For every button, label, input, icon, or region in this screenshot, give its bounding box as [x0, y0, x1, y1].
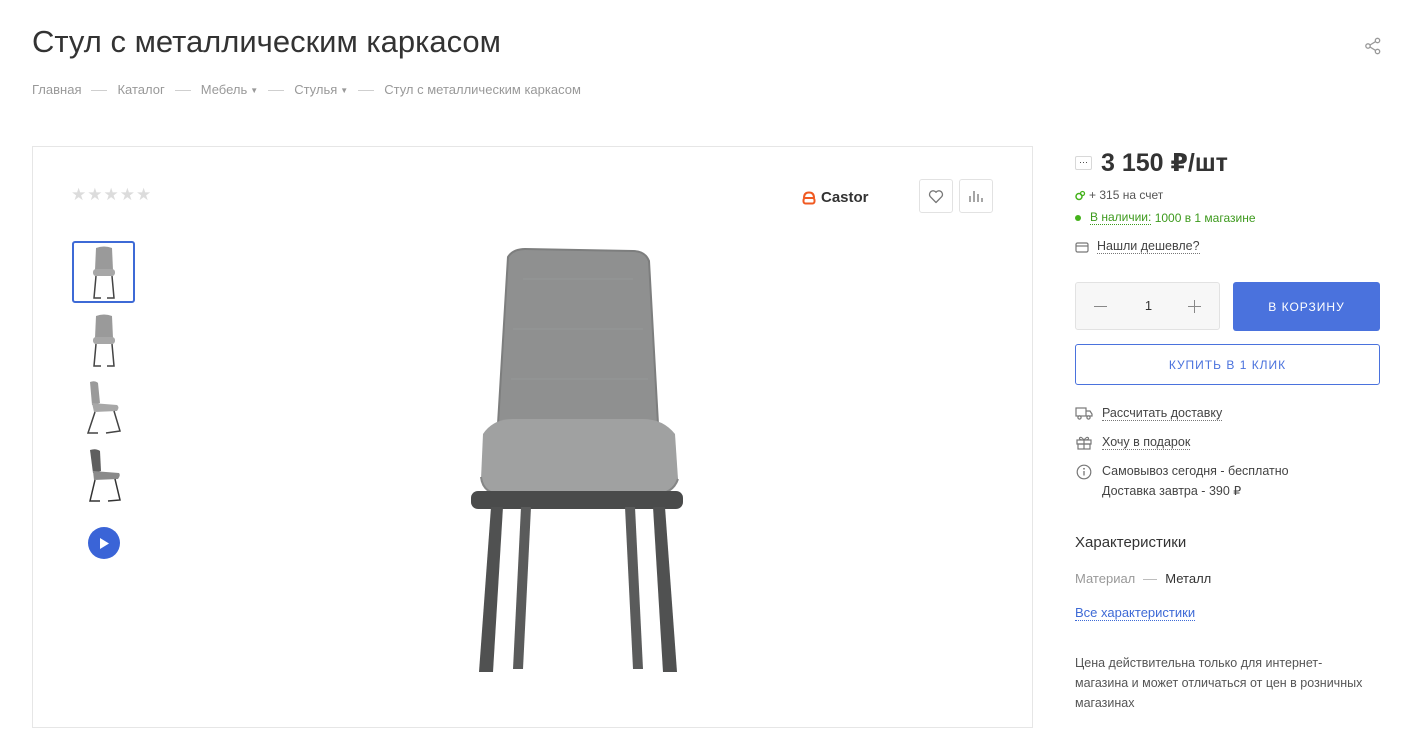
stock-status: В наличии: 1000 в 1 магазине	[1075, 210, 1256, 225]
chair-back-thumbnail	[88, 449, 121, 502]
pickup-info: Самовывоз сегодня - бесплатно Доставка з…	[1075, 464, 1289, 501]
price-note: Цена действительна только для интернет-м…	[1075, 656, 1363, 710]
breadcrumb: Главная Каталог Мебель ▼ Стулья ▼ Стул с метал…	[32, 82, 581, 97]
thumbnail-2[interactable]	[72, 309, 135, 371]
all-characteristics-link[interactable]: Все характеристики	[1075, 605, 1196, 621]
characteristic-key: Материал	[1075, 571, 1136, 586]
info-icon	[1076, 464, 1092, 480]
truck-icon	[1075, 407, 1093, 420]
gift-icon	[1076, 436, 1092, 450]
found-cheaper-link[interactable]: Нашли дешевле?	[1097, 239, 1200, 254]
found-cheaper[interactable]: Нашли дешевле?	[1075, 239, 1200, 254]
delivery-line: Доставка завтра - 390 ₽	[1102, 484, 1242, 498]
thumbnail-3[interactable]	[72, 377, 135, 439]
bonus-text: + 315 на счет	[1089, 188, 1164, 202]
buy-one-click-button[interactable]: КУПИТЬ В 1 КЛИК	[1075, 344, 1380, 385]
stock-value: 1000 в 1 магазине	[1154, 210, 1256, 225]
price: 3 150 ₽/шт	[1101, 149, 1228, 177]
gift-option[interactable]: Хочу в подарок	[1075, 435, 1191, 450]
characteristics-title: Характеристики	[1075, 534, 1187, 551]
characteristic-value: Металл	[1165, 571, 1212, 586]
video-play-button[interactable]	[88, 527, 120, 559]
pickup-line: Самовывоз сегодня - бесплатно	[1102, 464, 1289, 478]
characteristic-row: Материал Металл	[1075, 571, 1211, 586]
caret-down-icon: ▼	[250, 86, 259, 96]
castor-logo-icon	[802, 190, 816, 204]
breadcrumb-current: Стул с металлическим каркасом	[384, 82, 581, 97]
wallet-icon	[1075, 241, 1089, 253]
breadcrumb-chairs[interactable]: Стулья ▼	[294, 82, 348, 97]
page-title: Стул с металлическим каркасом	[32, 24, 501, 59]
product-gallery: ★★★★★ Castor	[32, 146, 1033, 728]
breadcrumb-catalog[interactable]: Каталог	[117, 82, 164, 97]
compare-bars-icon	[969, 191, 983, 202]
more-dots-icon[interactable]: ···	[1075, 156, 1092, 170]
thumbnail-4[interactable]	[72, 445, 135, 507]
stock-dot-icon	[1075, 214, 1081, 221]
play-icon	[100, 537, 109, 549]
brand-logo[interactable]: Castor	[801, 189, 869, 206]
quantity-plus-button[interactable]	[1188, 300, 1201, 313]
gift-link[interactable]: Хочу в подарок	[1102, 435, 1191, 450]
bonus-link-icon	[1075, 190, 1086, 200]
chair-front-thumbnail	[92, 314, 115, 367]
add-to-cart-button[interactable]: В КОРЗИНУ	[1233, 282, 1380, 331]
product-main-image[interactable]	[453, 239, 703, 689]
breadcrumb-home[interactable]: Главная	[32, 82, 81, 97]
favorite-button[interactable]	[919, 179, 953, 213]
chair-front-thumbnail	[92, 246, 115, 299]
thumbnail-1[interactable]	[72, 241, 135, 303]
share-icon[interactable]	[1364, 37, 1382, 55]
brand-name: Castor	[821, 189, 869, 206]
price-block: ··· 3 150 ₽/шт	[1075, 148, 1228, 178]
bonus-points: + 315 на счет	[1075, 188, 1163, 202]
breadcrumb-furniture[interactable]: Мебель ▼	[201, 82, 258, 97]
quantity-stepper: 1	[1075, 282, 1220, 330]
caret-down-icon: ▼	[340, 86, 349, 96]
chair-side-thumbnail	[86, 381, 121, 434]
rating-stars[interactable]: ★★★★★	[71, 185, 152, 205]
heart-icon	[928, 189, 944, 203]
stock-link[interactable]: В наличии:	[1090, 210, 1152, 225]
compare-button[interactable]	[959, 179, 993, 213]
delivery-calc-link[interactable]: Рассчитать доставку	[1102, 406, 1223, 421]
delivery-calc[interactable]: Рассчитать доставку	[1075, 406, 1223, 421]
